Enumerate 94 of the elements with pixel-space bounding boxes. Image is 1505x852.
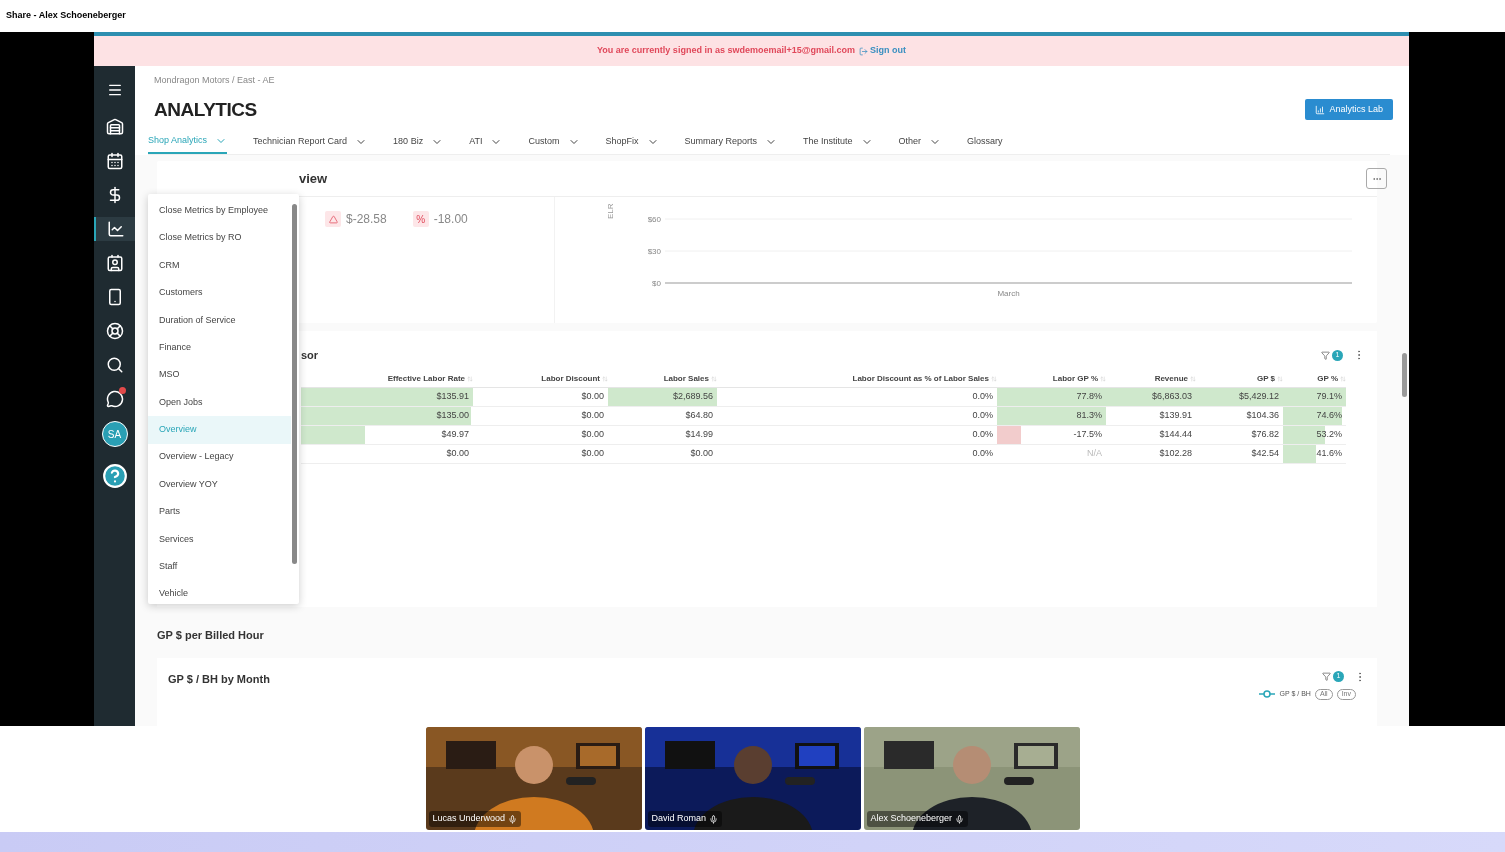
table-cell: -17.5% (997, 426, 1106, 445)
filter-icon[interactable] (1321, 350, 1330, 360)
menu-item[interactable]: Vehicle (148, 580, 291, 608)
garage-icon (105, 118, 124, 136)
nav-tab[interactable]: 180 Biz (393, 129, 444, 154)
table-cell: $102.28 (1106, 445, 1196, 464)
table-cell: $0.00 (301, 445, 473, 464)
metric-value: -18.00 (433, 211, 468, 228)
menu-item[interactable]: Close Metrics by RO (148, 224, 291, 252)
nav-tab[interactable]: Glossary (967, 129, 1003, 154)
page-title: ANALYTICS (154, 97, 257, 122)
scrollbar-thumb[interactable] (1402, 353, 1407, 397)
line-chart-icon (106, 220, 125, 238)
card-title: GP $ / BH by Month (168, 671, 270, 687)
breadcrumb: Mondragon Motors / East - AE (154, 74, 276, 87)
nav-tab[interactable]: Custom (528, 129, 580, 154)
participant-name: Lucas Underwood (432, 812, 506, 826)
y-tick-label: $30 (647, 247, 661, 256)
table-cell: $0.00 (473, 426, 608, 445)
nav-tab[interactable]: The Institute (803, 129, 873, 154)
y-tick-label: $60 (647, 215, 661, 224)
bar-chart-icon (1315, 104, 1326, 115)
share-title: Share - Alex Schoeneberger (6, 9, 126, 23)
table-title: sor (301, 347, 319, 363)
nav-tab[interactable]: Summary Reports (684, 129, 778, 154)
table-cell: 74.6% (1283, 407, 1346, 426)
participant-name: David Roman (651, 812, 707, 826)
help-icon[interactable] (101, 463, 128, 489)
column-header[interactable]: Labor Discount (473, 371, 608, 388)
table-cell: 0.0% (717, 426, 997, 445)
menu-item[interactable]: Duration of Service (148, 306, 291, 334)
y-tick-label: $0 (652, 279, 661, 288)
analytics-lab-button[interactable]: Analytics Lab (1305, 99, 1393, 121)
table-cell: $144.44 (1106, 426, 1196, 445)
nav-tab[interactable]: Other (898, 129, 942, 154)
table-cell: $14.99 (608, 426, 717, 445)
delta-icon (325, 211, 341, 227)
menu-item[interactable]: Open Jobs (148, 388, 291, 417)
menu-item[interactable]: Overview YOY (148, 470, 291, 499)
nav-tab[interactable]: Technician Report Card (253, 129, 368, 154)
contact-card-icon (105, 254, 124, 272)
legend-line-icon (1259, 690, 1276, 698)
table-cell: 77.8% (997, 388, 1106, 407)
table-cell: $6,863.03 (1106, 388, 1196, 407)
table-cell: $0.00 (608, 445, 717, 464)
microphone-icon (508, 814, 518, 824)
table-cell: 81.3% (997, 407, 1106, 426)
sign-out-icon (858, 46, 868, 56)
x-tick-label: March (997, 289, 1020, 298)
metric-value: $-28.58 (346, 211, 387, 228)
section-heading: GP $ per Billed Hour (157, 628, 265, 643)
percent-badge: % (412, 211, 429, 227)
chat-icon (105, 390, 124, 408)
table-cell: 0.0% (717, 407, 997, 426)
table-cell: 41.6% (1283, 445, 1346, 464)
table-cell: N/A (997, 445, 1106, 464)
y-axis-label: ELR (606, 203, 615, 219)
menu-item[interactable]: Customers (148, 279, 291, 307)
participant-name: Alex Schoeneberger (870, 812, 953, 826)
table-cell: $0.00 (473, 407, 608, 426)
search-icon (105, 356, 124, 374)
microphone-icon (709, 814, 719, 824)
table-cell: 0.0% (717, 445, 997, 464)
menu-item[interactable]: Close Metrics by Employee (148, 197, 291, 225)
table-cell: 79.1% (1283, 388, 1346, 407)
table-cell: 0.0% (717, 388, 997, 407)
menu-item[interactable]: CRM (148, 251, 291, 280)
calendar-icon (105, 152, 124, 170)
filter-icon[interactable] (1322, 672, 1331, 681)
lifebuoy-icon (105, 322, 124, 340)
menu-item[interactable]: Finance (148, 333, 291, 362)
menu-item[interactable]: Parts (148, 498, 291, 526)
section-title: view (299, 169, 328, 188)
table-cell: $5,429.12 (1196, 388, 1283, 407)
table-cell: $64.80 (608, 407, 717, 426)
table-cell: $0.00 (473, 445, 608, 464)
nav-tab[interactable]: ATI (469, 129, 503, 154)
sidebar-item[interactable] (94, 217, 135, 241)
table-cell: $135.00 (301, 407, 473, 426)
menu-item[interactable]: Overview - Legacy (148, 443, 291, 471)
nav-tab[interactable]: ShopFix (605, 129, 659, 154)
column-header[interactable]: Labor Discount as % of Labor Sales (717, 371, 997, 388)
table-cell: 53.2% (1283, 426, 1346, 445)
more-button[interactable] (1366, 168, 1387, 189)
microphone-icon (955, 814, 965, 824)
table-cell: $135.91 (301, 388, 473, 407)
banner-message: You are currently signed in as swdemoemail+15@gmail.com (597, 44, 855, 58)
menu-item[interactable]: Staff (148, 553, 291, 581)
menu-icon[interactable] (106, 82, 123, 98)
menu-item[interactable]: MSO (148, 361, 291, 389)
table-cell: $49.97 (301, 426, 473, 445)
table-cell: $2,689.56 (608, 388, 717, 407)
table-cell: $139.91 (1106, 407, 1196, 426)
menu-item[interactable]: Services (148, 525, 291, 554)
